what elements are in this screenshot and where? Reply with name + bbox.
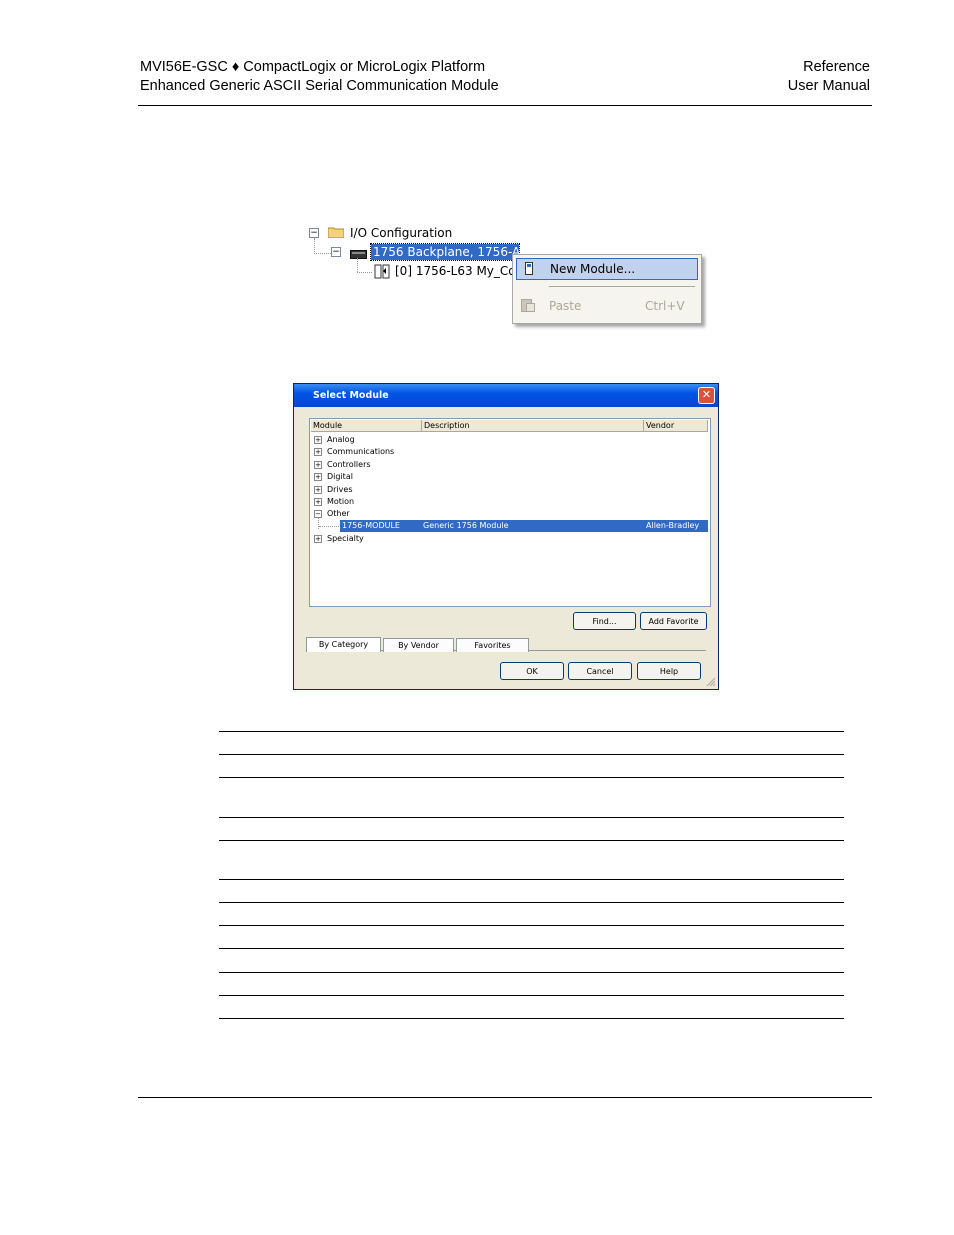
controller-icon xyxy=(374,264,390,279)
tab-by-category[interactable]: By Category xyxy=(306,637,381,652)
collapse-icon[interactable]: − xyxy=(309,228,319,238)
paste-label: Paste xyxy=(549,299,582,313)
expand-icon[interactable]: + xyxy=(314,473,322,481)
table-rule xyxy=(219,840,844,841)
header-left-line1: MVI56E-GSC ♦ CompactLogix or MicroLogix … xyxy=(140,59,486,75)
column-header-module[interactable]: Module xyxy=(311,420,422,432)
paste-shortcut: Ctrl+V xyxy=(645,299,685,313)
tab-favorites[interactable]: Favorites xyxy=(456,638,529,652)
selected-vendor: Allen-Bradley xyxy=(646,521,700,530)
table-rule xyxy=(219,817,844,818)
new-module-icon xyxy=(525,262,533,275)
menu-item-paste[interactable]: Paste Ctrl+V xyxy=(516,295,696,315)
table-rule xyxy=(219,972,844,973)
expand-icon[interactable]: + xyxy=(314,498,322,506)
column-header-description[interactable]: Description xyxy=(422,420,644,432)
backplane-icon xyxy=(350,248,367,259)
paste-icon xyxy=(521,297,535,312)
list-item[interactable]: + Analog xyxy=(310,434,708,446)
list-item[interactable]: + Controllers xyxy=(310,459,708,471)
ok-button[interactable]: OK xyxy=(500,662,564,680)
folder-icon xyxy=(327,226,345,239)
header-left-line2: Enhanced Generic ASCII Serial Communicat… xyxy=(140,78,499,94)
controller-label[interactable]: [0] 1756-L63 My_Cor xyxy=(395,264,513,278)
add-favorite-button[interactable]: Add Favorite xyxy=(640,612,707,630)
header-right-line1: Reference xyxy=(803,59,870,75)
new-module-label: New Module... xyxy=(550,262,636,276)
table-rule xyxy=(219,879,844,880)
expand-icon[interactable]: + xyxy=(314,436,322,444)
selected-row[interactable]: 1756-MODULE Generic 1756 Module Allen-Br… xyxy=(310,520,708,532)
column-header-vendor[interactable]: Vendor xyxy=(644,420,708,432)
module-list[interactable]: Module Description Vendor + Analog + Commu… xyxy=(309,418,711,607)
table-rule xyxy=(219,902,844,903)
dialog-title: Select Module xyxy=(313,390,389,401)
list-item[interactable]: + Communications xyxy=(310,446,708,458)
table-rule xyxy=(219,777,844,778)
table-rule xyxy=(219,754,844,755)
header-right-line2: User Manual xyxy=(787,78,870,94)
tab-by-vendor[interactable]: By Vendor xyxy=(383,638,454,652)
expand-icon[interactable]: + xyxy=(314,461,322,469)
find-button[interactable]: Find... xyxy=(573,612,636,630)
context-menu: New Module... Paste Ctrl+V xyxy=(512,254,702,324)
list-item[interactable]: + Drives xyxy=(310,484,708,496)
resize-grip-icon[interactable] xyxy=(706,677,716,687)
header-rule xyxy=(138,105,872,106)
table-rule xyxy=(219,948,844,949)
list-item[interactable]: − Other xyxy=(310,508,708,520)
dialog-titlebar[interactable]: Select Module ✕ xyxy=(294,384,718,407)
selected-description: Generic 1756 Module xyxy=(423,521,509,530)
selected-module: 1756-MODULE xyxy=(342,521,400,530)
select-module-dialog: Select Module ✕ Module Description Vendo… xyxy=(293,383,719,690)
table-rule xyxy=(219,925,844,926)
collapse-icon[interactable]: − xyxy=(331,247,341,257)
expand-icon[interactable]: + xyxy=(314,448,322,456)
menu-separator xyxy=(549,286,695,287)
list-item[interactable]: + Motion xyxy=(310,496,708,508)
expand-icon[interactable]: + xyxy=(314,535,322,543)
table-rule xyxy=(219,1018,844,1019)
list-item[interactable]: + Digital xyxy=(310,471,708,483)
expand-icon[interactable]: + xyxy=(314,486,322,494)
list-item[interactable]: + Specialty xyxy=(310,533,708,545)
footer-rule xyxy=(138,1097,872,1098)
io-configuration-label[interactable]: I/O Configuration xyxy=(350,226,452,240)
table-rule xyxy=(219,731,844,732)
menu-item-new-module[interactable]: New Module... xyxy=(516,258,698,280)
table-rule xyxy=(219,995,844,996)
close-icon[interactable]: ✕ xyxy=(698,387,715,404)
cancel-button[interactable]: Cancel xyxy=(568,662,632,680)
backplane-label[interactable]: 1756 Backplane, 1756-A7 xyxy=(370,243,520,261)
help-button[interactable]: Help xyxy=(637,662,701,680)
